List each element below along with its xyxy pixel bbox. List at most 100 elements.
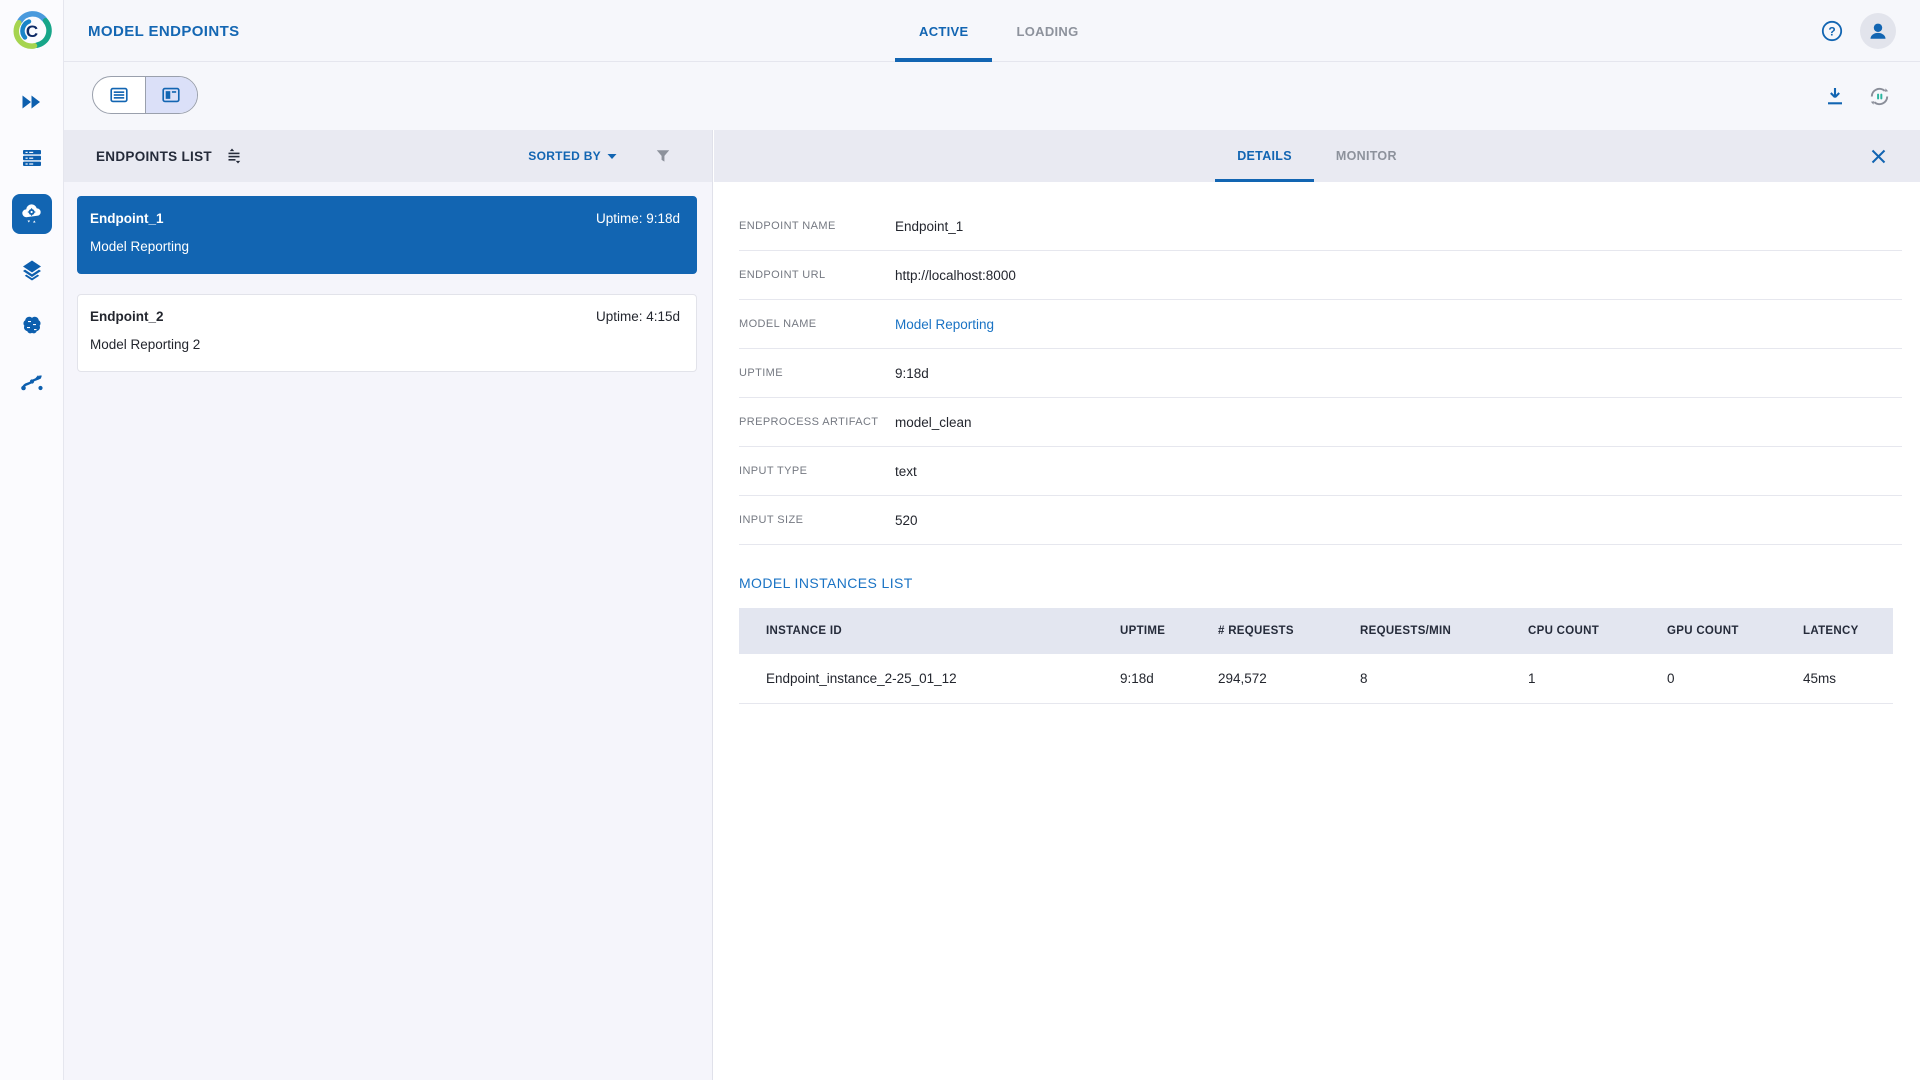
endpoints-list-panel: ENDPOINTS LIST SORTED BY En — [64, 130, 713, 1080]
field-row-endpoint-url: ENDPOINT URL http://localhost:8000 — [739, 251, 1902, 300]
nav-active-highlight — [12, 194, 52, 234]
endpoint-uptime: Uptime: 4:15d — [596, 309, 680, 324]
field-row-input-size: INPUT SIZE 520 — [739, 496, 1902, 545]
user-menu-button[interactable] — [1860, 13, 1896, 49]
nav-item-models[interactable] — [0, 298, 64, 354]
layers-icon — [20, 258, 44, 282]
field-value: text — [895, 464, 917, 479]
field-value: Endpoint_1 — [895, 219, 963, 234]
close-details-button[interactable] — [1871, 130, 1886, 182]
clearml-logo[interactable]: C — [0, 0, 64, 62]
sorted-by-dropdown[interactable]: SORTED BY — [528, 149, 617, 163]
sorted-by-label: SORTED BY — [528, 149, 601, 163]
table-view-icon — [108, 84, 130, 106]
endpoint-card-1[interactable]: Endpoint_1 Uptime: 9:18d Model Reporting — [77, 196, 697, 274]
sort-icon — [226, 147, 244, 165]
cell-latency: 45ms — [1776, 671, 1893, 686]
nav-item-datasets[interactable] — [0, 242, 64, 298]
tab-monitor[interactable]: MONITOR — [1314, 130, 1419, 182]
endpoint-model: Model Reporting 2 — [90, 337, 680, 352]
chevron-down-icon — [607, 153, 617, 160]
nav-item-pipelines[interactable] — [0, 354, 64, 410]
col-uptime: UPTIME — [1093, 625, 1191, 637]
col-gpu-count: GPU COUNT — [1640, 625, 1776, 637]
toolbar — [64, 62, 1920, 130]
field-label: UPTIME — [739, 367, 895, 379]
field-row-input-type: INPUT TYPE text — [739, 447, 1902, 496]
endpoints-list-title: ENDPOINTS LIST — [96, 149, 212, 164]
tab-active[interactable]: ACTIVE — [895, 0, 992, 62]
field-row-model-name: MODEL NAME Model Reporting — [739, 300, 1902, 349]
endpoint-name: Endpoint_1 — [90, 211, 164, 226]
close-icon — [1871, 149, 1886, 164]
download-icon — [1823, 84, 1847, 108]
svg-text:C: C — [26, 22, 38, 41]
col-cpu-count: CPU COUNT — [1501, 625, 1640, 637]
field-value: http://localhost:8000 — [895, 268, 1016, 283]
cell-gpu-count: 0 — [1640, 671, 1776, 686]
nav-item-workers[interactable] — [0, 130, 64, 186]
left-nav-sidebar: C — [0, 0, 64, 1080]
field-label: MODEL NAME — [739, 318, 895, 330]
endpoint-card-2[interactable]: Endpoint_2 Uptime: 4:15d Model Reporting… — [77, 294, 697, 372]
endpoint-model: Model Reporting — [90, 239, 680, 254]
auto-refresh-button[interactable] — [1867, 84, 1892, 109]
cell-uptime: 9:18d — [1093, 671, 1191, 686]
field-label: INPUT TYPE — [739, 465, 895, 477]
fast-forward-icon — [20, 90, 44, 114]
model-serving-icon — [20, 202, 44, 226]
model-name-link[interactable]: Model Reporting — [895, 317, 994, 332]
field-label: ENDPOINT URL — [739, 269, 895, 281]
download-button[interactable] — [1823, 84, 1847, 108]
field-value: model_clean — [895, 415, 972, 430]
split-view-icon — [160, 84, 182, 106]
table-row: Endpoint_instance_2-25_01_12 9:18d 294,5… — [739, 654, 1893, 704]
field-label: INPUT SIZE — [739, 514, 895, 526]
nav-item-dashboard[interactable] — [0, 74, 64, 130]
cell-requests-min: 8 — [1333, 671, 1501, 686]
page-title: MODEL ENDPOINTS — [88, 0, 240, 62]
model-instances-title: MODEL INSTANCES LIST — [739, 575, 1902, 591]
field-row-uptime: UPTIME 9:18d — [739, 349, 1902, 398]
table-header-row: INSTANCE ID UPTIME # REQUESTS REQUESTS/M… — [739, 608, 1893, 654]
endpoint-state-tabs: ACTIVE LOADING — [895, 0, 1103, 62]
field-row-endpoint-name: ENDPOINT NAME Endpoint_1 — [739, 202, 1902, 251]
user-avatar-icon — [1867, 20, 1889, 42]
servers-icon — [20, 146, 44, 170]
help-button[interactable]: ? — [1820, 19, 1844, 43]
auto-refresh-icon — [1867, 84, 1892, 109]
endpoint-details-panel: DETAILS MONITOR ENDPOINT NAME Endpoint_1… — [714, 130, 1920, 1080]
sort-order-button[interactable] — [226, 147, 244, 165]
cell-instance-id: Endpoint_instance_2-25_01_12 — [739, 671, 1093, 686]
endpoints-list-header: ENDPOINTS LIST SORTED BY — [64, 130, 712, 182]
cell-cpu-count: 1 — [1501, 671, 1640, 686]
endpoint-name: Endpoint_2 — [90, 309, 164, 324]
top-bar: MODEL ENDPOINTS ACTIVE LOADING ? — [64, 0, 1920, 62]
filter-button[interactable] — [655, 148, 671, 164]
model-instances-table: INSTANCE ID UPTIME # REQUESTS REQUESTS/M… — [739, 608, 1893, 704]
field-value: 520 — [895, 513, 918, 528]
split-view-button[interactable] — [145, 77, 197, 113]
brain-icon — [20, 314, 44, 338]
col-requests: # REQUESTS — [1191, 625, 1333, 637]
view-toggle — [92, 76, 198, 114]
pipelines-icon — [20, 370, 44, 394]
cell-requests: 294,572 — [1191, 671, 1333, 686]
field-label: ENDPOINT NAME — [739, 220, 895, 232]
tab-loading[interactable]: LOADING — [992, 0, 1102, 62]
help-icon: ? — [1820, 19, 1844, 43]
details-tab-bar: DETAILS MONITOR — [714, 130, 1920, 182]
field-value: 9:18d — [895, 366, 929, 381]
col-instance-id: INSTANCE ID — [739, 625, 1093, 637]
svg-text:?: ? — [1828, 24, 1835, 38]
clearml-logo-icon: C — [11, 10, 53, 52]
field-row-preprocess-artifact: PREPROCESS ARTIFACT model_clean — [739, 398, 1902, 447]
col-requests-min: REQUESTS/MIN — [1333, 625, 1501, 637]
col-latency: LATENCY — [1776, 625, 1893, 637]
table-view-button[interactable] — [93, 77, 145, 113]
filter-icon — [655, 148, 671, 164]
nav-item-model-serving[interactable] — [0, 186, 64, 242]
endpoint-uptime: Uptime: 9:18d — [596, 211, 680, 226]
field-label: PREPROCESS ARTIFACT — [739, 416, 895, 428]
tab-details[interactable]: DETAILS — [1215, 130, 1314, 182]
